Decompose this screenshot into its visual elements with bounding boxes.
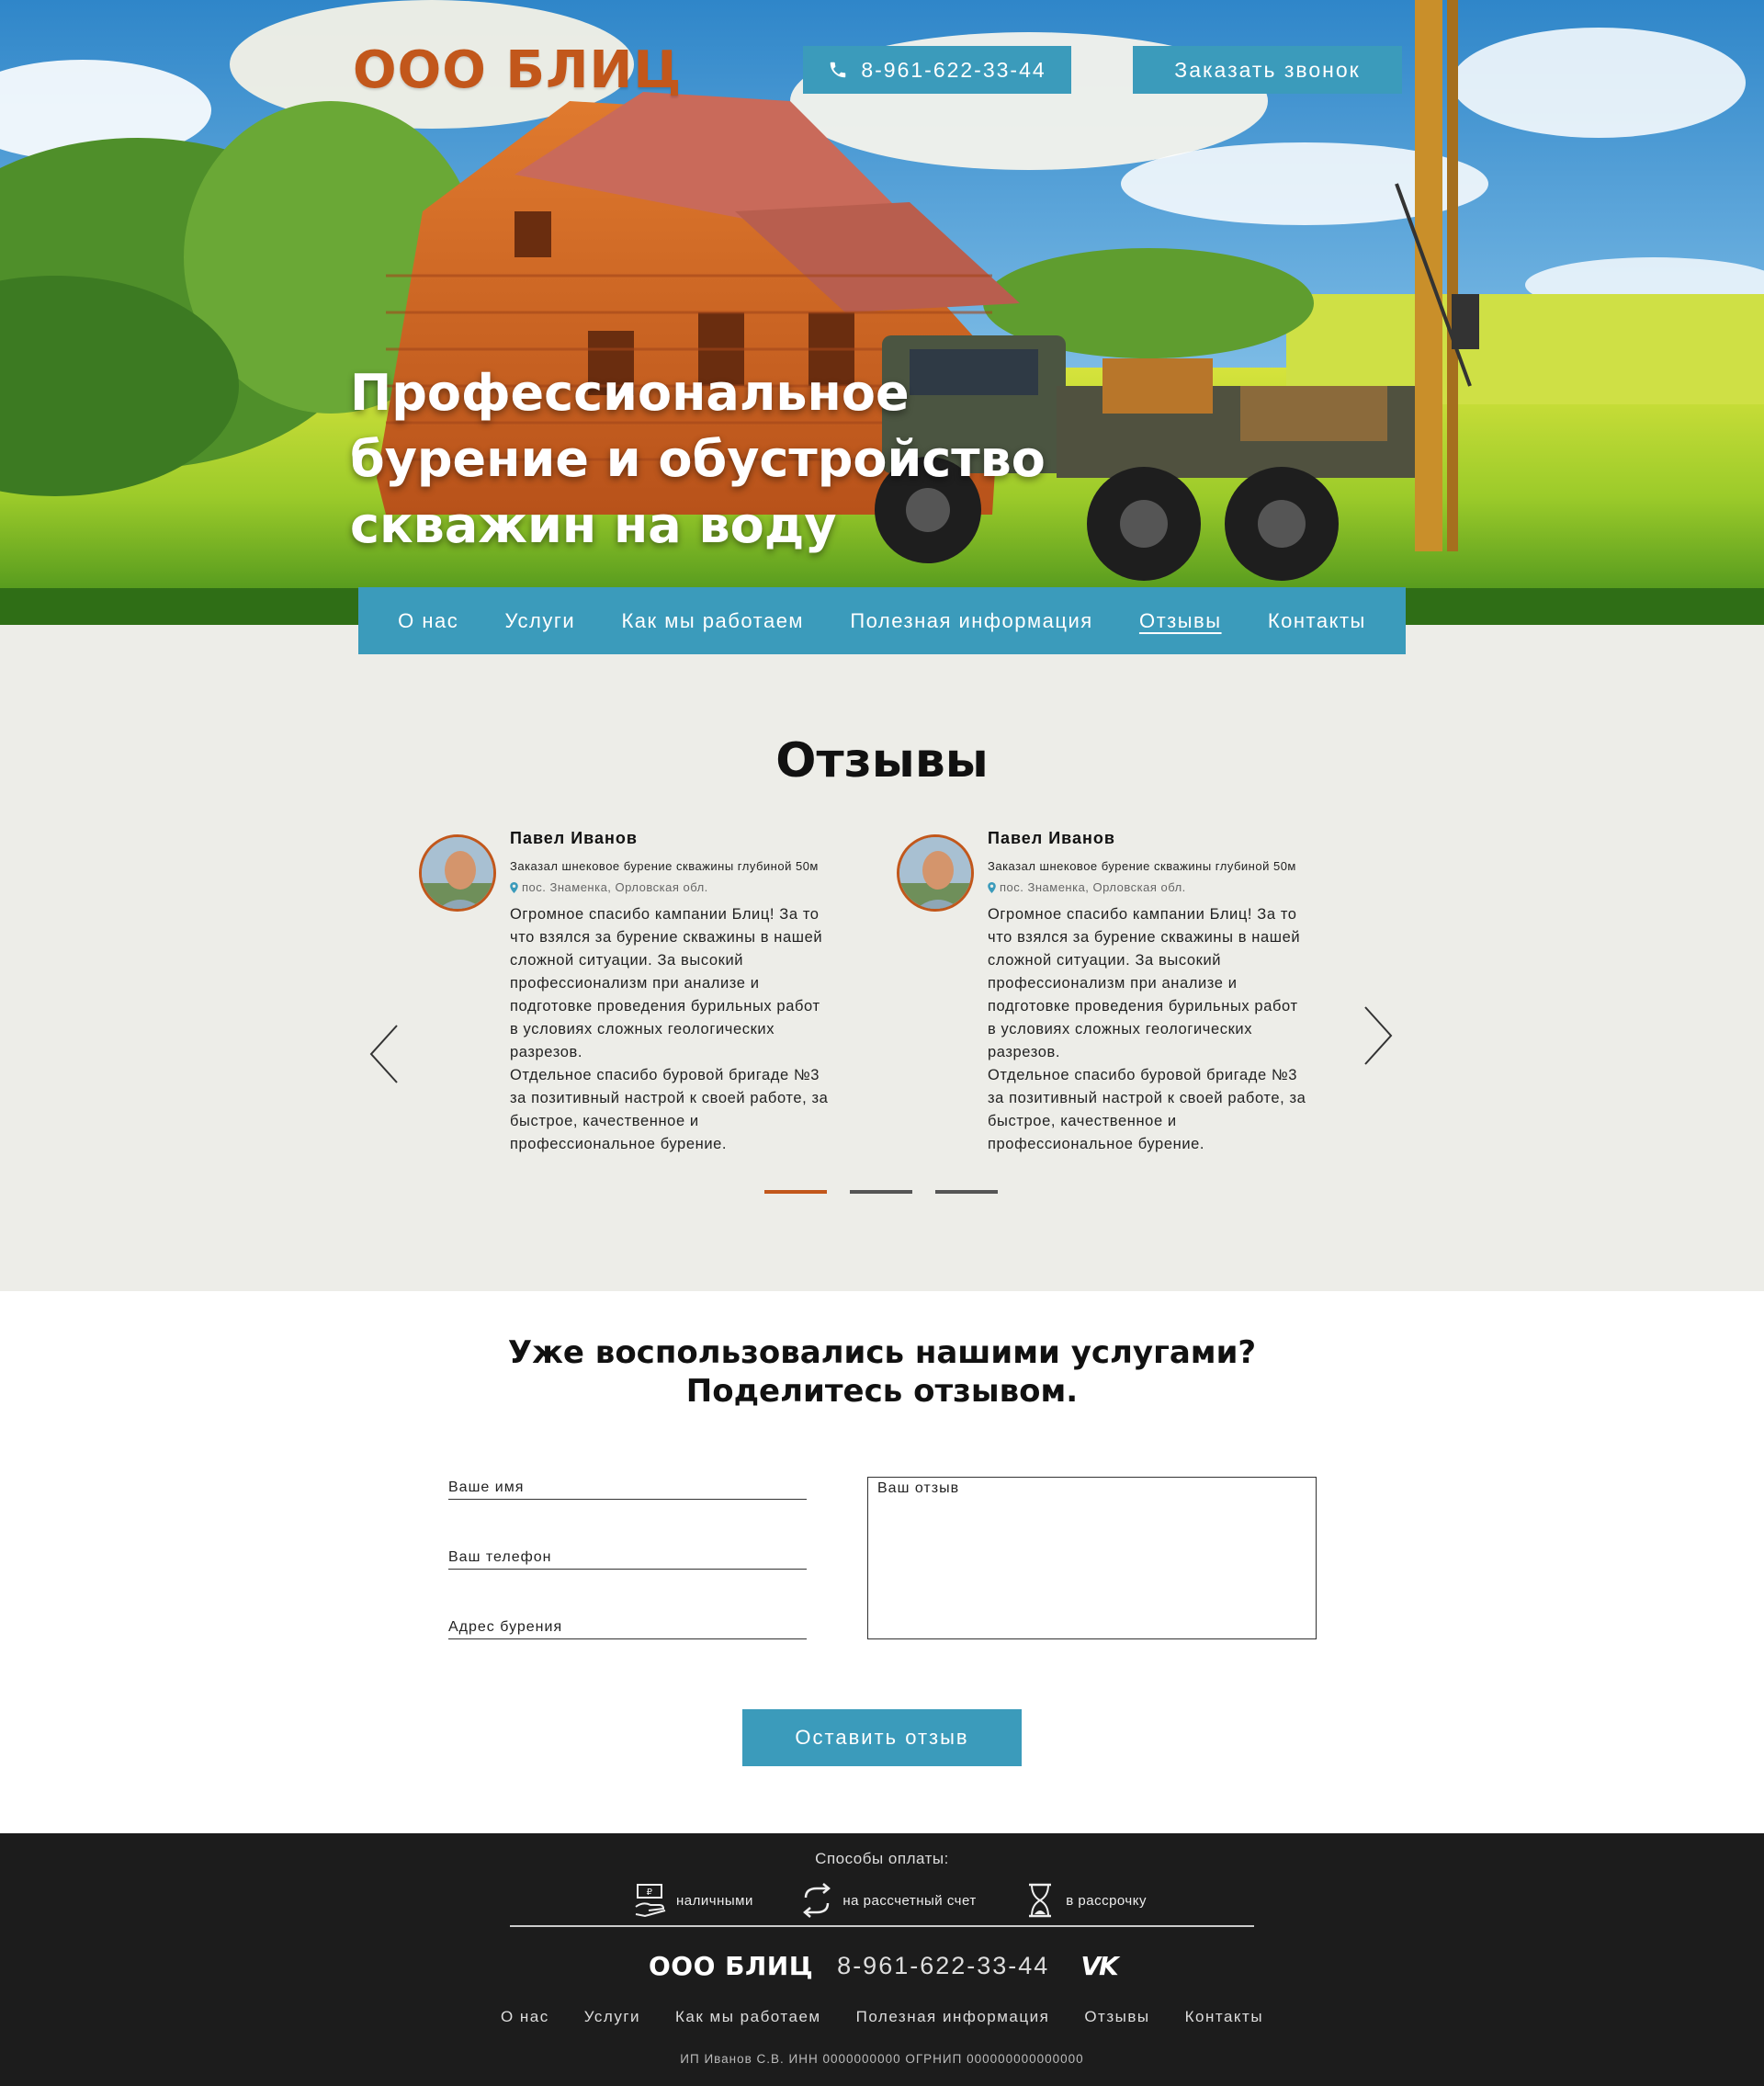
footer-phone[interactable]: 8-961-622-33-44 xyxy=(837,1952,1049,1980)
payment-method-label: в рассрочку xyxy=(1066,1892,1147,1909)
review-subtitle: Заказал шнековое бурение скважины глубин… xyxy=(510,859,819,873)
footer-nav-reviews[interactable]: Отзывы xyxy=(1084,2008,1149,2026)
footer-nav-about[interactable]: О нас xyxy=(501,2008,549,2026)
submit-review-button[interactable]: Оставить отзыв xyxy=(742,1709,1022,1766)
reviews-section: Отзывы Павел Иванов Заказал шнековое бур… xyxy=(0,625,1764,1291)
svg-text:₽: ₽ xyxy=(647,1888,653,1898)
footer-nav-how-we-work[interactable]: Как мы работаем xyxy=(675,2008,821,2026)
reviews-title: Отзывы xyxy=(775,733,989,788)
main-nav: О нас Услуги Как мы работаем Полезная ин… xyxy=(358,587,1406,654)
cash-hand-icon: ₽ xyxy=(635,1884,666,1918)
review-textarea[interactable] xyxy=(868,1478,1316,1638)
slider-dot[interactable] xyxy=(850,1190,912,1194)
review-subtitle: Заказал шнековое бурение скважины глубин… xyxy=(988,859,1296,873)
phone-button-label: 8-961-622-33-44 xyxy=(861,57,1046,82)
transfer-arrows-icon xyxy=(803,1883,831,1918)
avatar xyxy=(897,834,974,912)
hero-section: ООО БЛИЦ 8-961-622-33-44 Заказать звонок… xyxy=(0,0,1764,625)
slider-dot[interactable] xyxy=(764,1190,827,1194)
footer-nav-contacts[interactable]: Контакты xyxy=(1185,2008,1263,2026)
payment-method-transfer: на рассчетный счет xyxy=(798,1881,976,1920)
location-pin-icon xyxy=(510,881,518,893)
payment-title: Способы оплаты: xyxy=(815,1850,949,1867)
slider-next-arrow-icon[interactable] xyxy=(1360,1003,1396,1068)
address-input[interactable] xyxy=(448,1619,807,1636)
review-text: Огромное спасибо кампании Блиц! За то чт… xyxy=(510,906,829,1152)
hero-title-line: Профессиональное xyxy=(350,364,910,422)
review-author: Павел Иванов xyxy=(988,829,1115,847)
legal-info: ИП Иванов С.В. ИНН 0000000000 ОГРНИП 000… xyxy=(680,2052,1084,2066)
phone-icon xyxy=(831,62,846,78)
form-title-line: Поделитесь отзывом. xyxy=(685,1373,1079,1410)
slider-dots xyxy=(764,1190,998,1194)
vk-icon[interactable]: VK xyxy=(1080,1951,1118,1981)
payment-method-cash: ₽ наличными xyxy=(632,1881,753,1920)
footer-nav: О нас Услуги Как мы работаем Полезная ин… xyxy=(0,2008,1764,2026)
footer-divider xyxy=(510,1925,1254,1927)
hero-title: Профессиональное бурение и обустройство … xyxy=(350,360,1159,559)
nav-item-reviews[interactable]: Отзывы xyxy=(1139,609,1222,633)
review-location-text: пос. Знаменка, Орловская обл. xyxy=(522,880,708,894)
form-title: Уже воспользовались нашими услугами? Под… xyxy=(0,1333,1764,1411)
review-form-section: Уже воспользовались нашими услугами? Под… xyxy=(0,1291,1764,1833)
phone-button[interactable]: 8-961-622-33-44 xyxy=(803,46,1071,94)
hourglass-icon xyxy=(1029,1883,1052,1918)
slider-prev-arrow-icon[interactable] xyxy=(366,1022,402,1086)
footer-logo[interactable]: ООО БЛИЦ xyxy=(649,1951,813,1981)
payment-methods: ₽ наличными на рассчетный счет в рассроч… xyxy=(632,1879,1147,1922)
nav-item-how-we-work[interactable]: Как мы работаем xyxy=(621,609,804,633)
footer: Способы оплаты: ₽ наличными на рассчетны… xyxy=(0,1833,1764,2086)
review-textarea-box xyxy=(867,1477,1317,1639)
phone-field xyxy=(448,1542,807,1570)
form-title-line: Уже воспользовались нашими услугами? xyxy=(507,1334,1257,1371)
nav-item-contacts[interactable]: Контакты xyxy=(1268,609,1366,633)
nav-item-services[interactable]: Услуги xyxy=(505,609,576,633)
avatar xyxy=(419,834,496,912)
nav-item-about[interactable]: О нас xyxy=(398,609,458,633)
review-text: Огромное спасибо кампании Блиц! За то чт… xyxy=(988,906,1306,1152)
payment-method-label: на рассчетный счет xyxy=(842,1892,977,1909)
payment-method-label: наличными xyxy=(676,1892,753,1909)
slider-dot[interactable] xyxy=(935,1190,998,1194)
payment-method-installment: в рассрочку xyxy=(1022,1881,1147,1920)
name-field xyxy=(448,1472,807,1500)
footer-nav-services[interactable]: Услуги xyxy=(584,2008,640,2026)
address-field xyxy=(448,1612,807,1639)
footer-brand-row: ООО БЛИЦ 8-961-622-33-44 VK xyxy=(649,1951,1119,1981)
name-input[interactable] xyxy=(448,1479,807,1496)
review-location: пос. Знаменка, Орловская обл. xyxy=(988,880,1355,894)
order-call-button[interactable]: Заказать звонок xyxy=(1133,46,1402,94)
phone-input[interactable] xyxy=(448,1549,807,1566)
nav-item-useful-info[interactable]: Полезная информация xyxy=(850,609,1092,633)
hero-title-line: скважин на воду xyxy=(350,496,837,554)
logo[interactable]: ООО БЛИЦ xyxy=(353,40,682,100)
review-location-text: пос. Знаменка, Орловская обл. xyxy=(1000,880,1186,894)
footer-nav-useful-info[interactable]: Полезная информация xyxy=(856,2008,1050,2026)
location-pin-icon xyxy=(988,881,996,893)
hero-title-line: бурение и обустройство xyxy=(350,430,1046,488)
review-author: Павел Иванов xyxy=(510,829,638,847)
review-location: пос. Знаменка, Орловская обл. xyxy=(510,880,877,894)
